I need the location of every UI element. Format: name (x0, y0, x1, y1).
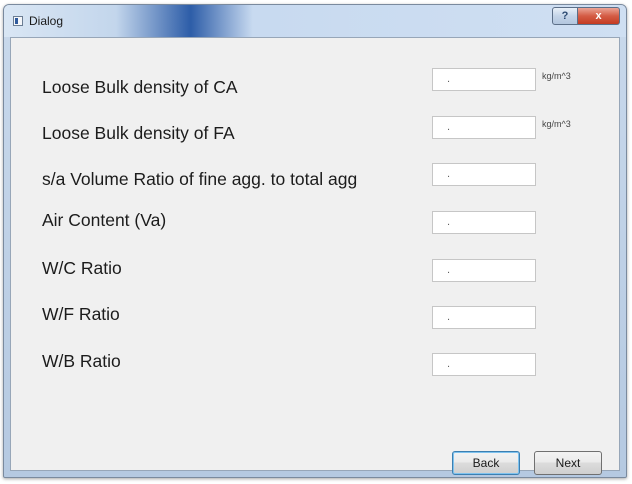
loose-bulk-density-fa-input[interactable]: . (432, 116, 536, 139)
dialog-body: Loose Bulk density of CA . kg/m^3 Loose … (10, 37, 620, 475)
field-label-wb-ratio: W/B Ratio (42, 351, 121, 371)
title-buttons: ? x (552, 7, 620, 25)
field-label-loose-bulk-density-fa: Loose Bulk density of FA (42, 123, 235, 143)
dialog-window: Dialog ? x Loose Bulk density of CA . kg… (3, 4, 627, 478)
field-label-sa-volume-ratio: s/a Volume Ratio of fine agg. to total a… (42, 169, 358, 189)
window-icon (13, 16, 23, 26)
close-icon: x (595, 10, 602, 22)
field-label-wf-ratio: W/F Ratio (42, 304, 120, 324)
wc-ratio-input[interactable]: . (432, 259, 536, 282)
wb-ratio-input[interactable]: . (432, 353, 536, 376)
title-bar[interactable]: Dialog ? x (4, 5, 626, 37)
sa-volume-ratio-input[interactable]: . (432, 163, 536, 186)
field-label-air-content: Air Content (Va) (42, 210, 167, 230)
window-title: Dialog (29, 14, 64, 28)
unit-label-fa: kg/m^3 (542, 119, 571, 129)
help-button[interactable]: ? (552, 7, 578, 25)
back-button[interactable]: Back (452, 451, 520, 475)
next-button[interactable]: Next (534, 451, 602, 475)
loose-bulk-density-ca-input[interactable]: . (432, 68, 536, 91)
air-content-input[interactable]: . (432, 211, 536, 234)
help-icon: ? (561, 10, 569, 22)
field-label-wc-ratio: W/C Ratio (42, 258, 122, 278)
wf-ratio-input[interactable]: . (432, 306, 536, 329)
close-button[interactable]: x (578, 7, 620, 25)
field-label-loose-bulk-density-ca: Loose Bulk density of CA (42, 77, 238, 97)
unit-label-ca: kg/m^3 (542, 71, 571, 81)
